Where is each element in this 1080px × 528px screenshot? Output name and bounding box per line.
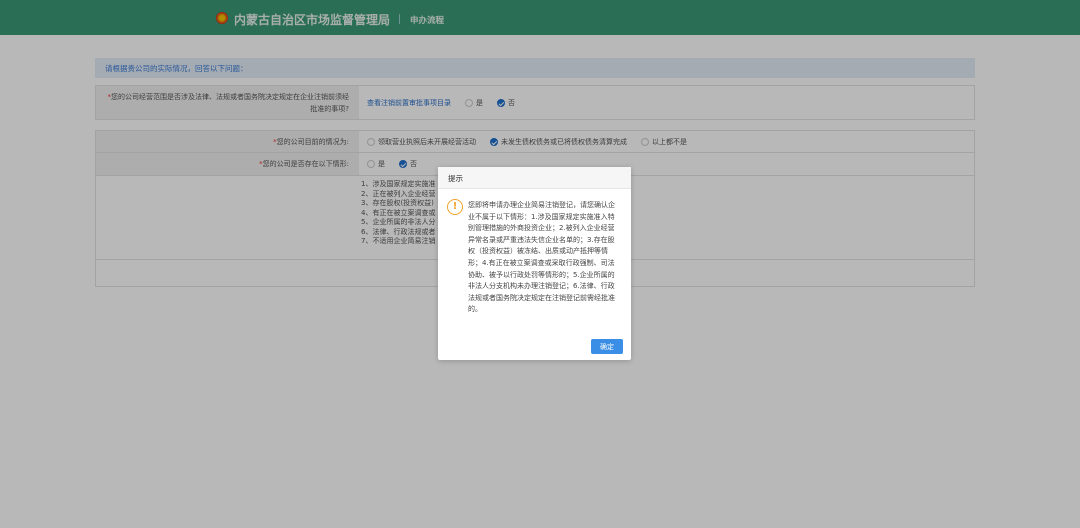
confirm-dialog: 提示 ! 您即将申请办理企业简易注销登记，请您确认企业不属于以下情形：1.涉及国… xyxy=(438,167,631,360)
dialog-message: 您即将申请办理企业简易注销登记，请您确认企业不属于以下情形：1.涉及国家规定实施… xyxy=(468,201,615,314)
confirm-button[interactable]: 确定 xyxy=(591,339,623,354)
dialog-title: 提示 xyxy=(438,167,631,189)
warning-icon: ! xyxy=(447,199,463,215)
